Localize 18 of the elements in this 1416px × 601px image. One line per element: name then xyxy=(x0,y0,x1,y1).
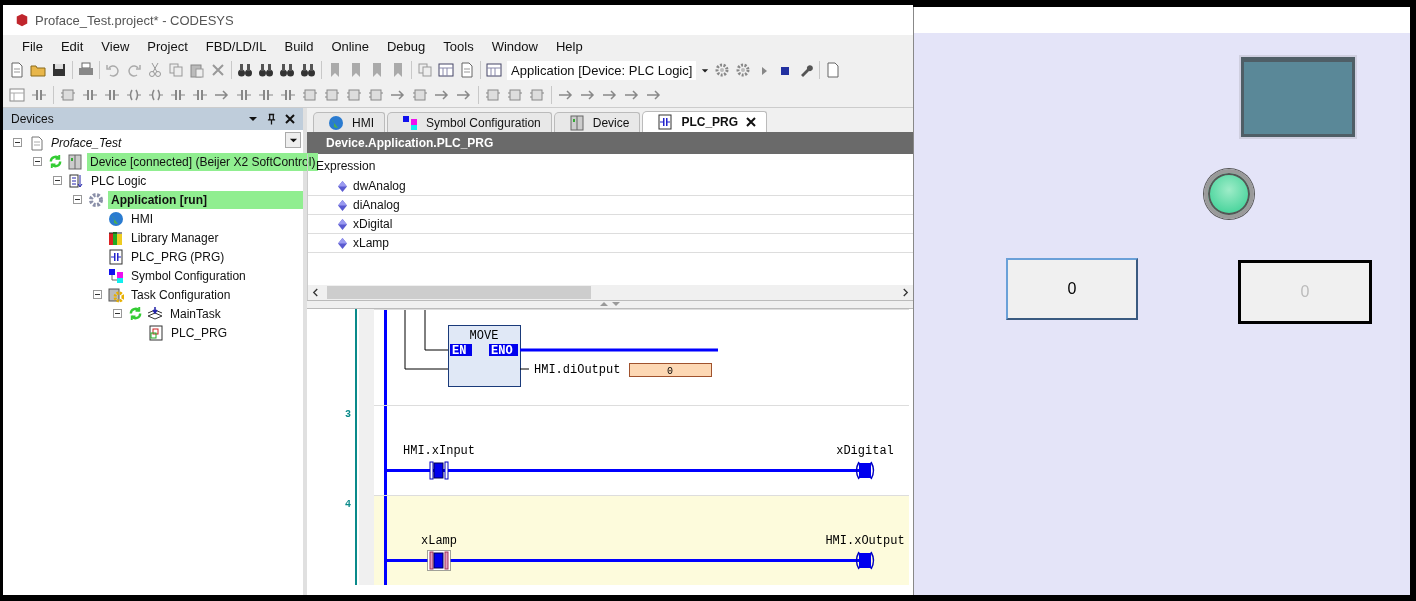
block-name: MOVE xyxy=(469,329,499,343)
pin-label: EN xyxy=(450,344,472,358)
rung-number: 3 xyxy=(345,409,351,420)
contact-label: xLamp xyxy=(421,534,457,548)
expression-cell: dwAnalog xyxy=(353,179,406,193)
rung-number: 4 xyxy=(345,499,351,510)
variable-label: HMI.diOutput xyxy=(534,363,621,377)
window-title: Proface_Test.project* - CODESYS xyxy=(35,12,234,28)
panel-title: Devices xyxy=(11,112,55,126)
coil-label: HMI.xOutput xyxy=(825,534,905,548)
coil-label: xDigital xyxy=(836,444,894,458)
pin-label: ENO xyxy=(489,344,518,358)
contact-label: HMI.xInput xyxy=(403,444,475,458)
value-text: 0 xyxy=(667,366,673,377)
expression-cell: xLamp xyxy=(353,236,390,250)
object-path: Device.Application.PLC_PRG xyxy=(326,136,494,150)
expression-cell: diAnalog xyxy=(353,198,400,212)
expression-cell: xDigital xyxy=(353,217,393,231)
